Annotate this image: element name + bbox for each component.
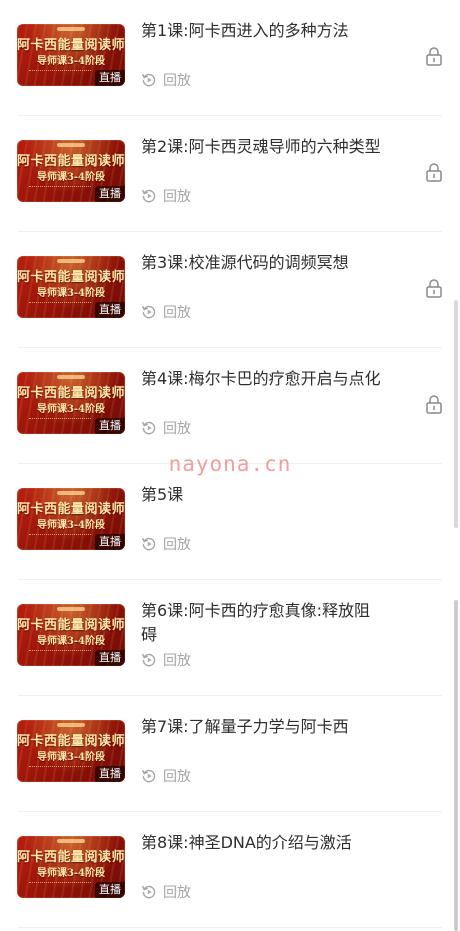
lesson-thumbnail[interactable]: 阿卡西能量阅读师 导师课3-4阶段 直播 — [17, 488, 125, 550]
replay-icon — [142, 769, 156, 783]
replay-label: 回放 — [163, 885, 191, 901]
lesson-thumbnail[interactable]: 阿卡西能量阅读师 导师课3-4阶段 直播 — [17, 24, 125, 86]
replay-label: 回放 — [163, 189, 191, 205]
replay-link[interactable]: 回放 — [141, 186, 191, 206]
replay-icon — [142, 305, 156, 319]
replay-icon — [142, 421, 156, 435]
thumbnail-info-line — [29, 418, 91, 422]
thumbnail-info-line — [29, 650, 91, 654]
replay-link[interactable]: 回放 — [141, 70, 191, 90]
thumbnail-info-line — [29, 882, 91, 886]
thumbnail-subtitle: 导师课3-4阶段 — [36, 172, 106, 183]
thumbnail-title: 阿卡西能量阅读师 — [17, 154, 125, 169]
thumbnail-brand-mark — [57, 375, 85, 379]
thumbnail-info-line — [29, 70, 91, 74]
live-badge: 直播 — [95, 882, 125, 898]
replay-link[interactable]: 回放 — [141, 302, 191, 322]
thumbnail-brand-mark — [57, 143, 85, 147]
lesson-title[interactable]: 第2课:阿卡西灵魂导师的六种类型 — [141, 135, 381, 159]
lesson-title[interactable]: 第3课:校准源代码的调频冥想 — [141, 251, 381, 275]
thumbnail-brand-mark — [57, 27, 85, 31]
thumbnail-info-line — [29, 302, 91, 306]
thumbnail-title: 阿卡西能量阅读师 — [17, 502, 125, 517]
lesson-item-8[interactable]: 阿卡西能量阅读师 导师课3-4阶段 直播 第8课:神圣DNA的介绍与激活 回放 — [0, 812, 460, 928]
lesson-title[interactable]: 第5课 — [141, 483, 381, 507]
replay-label: 回放 — [163, 537, 191, 553]
lesson-item-4[interactable]: 阿卡西能量阅读师 导师课3-4阶段 直播 第4课:梅尔卡巴的疗愈开启与点化 回放 — [0, 348, 460, 464]
lock-icon — [426, 47, 442, 66]
lesson-title[interactable]: 第7课:了解量子力学与阿卡西 — [141, 715, 381, 739]
thumbnail-brand-mark — [57, 491, 85, 495]
replay-link[interactable]: 回放 — [141, 650, 191, 670]
replay-label: 回放 — [163, 421, 191, 437]
lesson-title[interactable]: 第6课:阿卡西的疗愈真像:释放阻碍 — [141, 599, 381, 647]
lock-icon — [426, 279, 442, 298]
live-badge: 直播 — [95, 766, 125, 782]
replay-label: 回放 — [163, 653, 191, 669]
live-badge: 直播 — [95, 302, 125, 318]
thumbnail-title: 阿卡西能量阅读师 — [17, 618, 125, 633]
lesson-thumbnail[interactable]: 阿卡西能量阅读师 导师课3-4阶段 直播 — [17, 256, 125, 318]
scrollbar-track-right[interactable] — [454, 600, 458, 931]
replay-icon — [142, 189, 156, 203]
lesson-thumbnail[interactable]: 阿卡西能量阅读师 导师课3-4阶段 直播 — [17, 140, 125, 202]
live-badge: 直播 — [95, 418, 125, 434]
live-badge: 直播 — [95, 650, 125, 666]
live-badge: 直播 — [95, 186, 125, 202]
lock-icon — [426, 163, 442, 182]
lesson-thumbnail[interactable]: 阿卡西能量阅读师 导师课3-4阶段 直播 — [17, 720, 125, 782]
replay-link[interactable]: 回放 — [141, 882, 191, 902]
thumbnail-subtitle: 导师课3-4阶段 — [36, 636, 106, 647]
thumbnail-subtitle: 导师课3-4阶段 — [36, 404, 106, 415]
lesson-item-6[interactable]: 阿卡西能量阅读师 导师课3-4阶段 直播 第6课:阿卡西的疗愈真像:释放阻碍 回… — [0, 580, 460, 696]
lesson-item-1[interactable]: 阿卡西能量阅读师 导师课3-4阶段 直播 第1课:阿卡西进入的多种方法 回放 — [0, 0, 460, 116]
live-badge: 直播 — [95, 534, 125, 550]
replay-link[interactable]: 回放 — [141, 418, 191, 438]
live-badge: 直播 — [95, 70, 125, 86]
lesson-title[interactable]: 第8课:神圣DNA的介绍与激活 — [141, 831, 381, 855]
thumbnail-brand-mark — [57, 723, 85, 727]
replay-label: 回放 — [163, 769, 191, 785]
lesson-thumbnail[interactable]: 阿卡西能量阅读师 导师课3-4阶段 直播 — [17, 604, 125, 666]
replay-label: 回放 — [163, 73, 191, 89]
lesson-item-2[interactable]: 阿卡西能量阅读师 导师课3-4阶段 直播 第2课:阿卡西灵魂导师的六种类型 回放 — [0, 116, 460, 232]
thumbnail-brand-mark — [57, 839, 85, 843]
replay-icon — [142, 537, 156, 551]
replay-label: 回放 — [163, 305, 191, 321]
thumbnail-title: 阿卡西能量阅读师 — [17, 386, 125, 401]
thumbnail-subtitle: 导师课3-4阶段 — [36, 56, 106, 67]
replay-icon — [142, 885, 156, 899]
thumbnail-subtitle: 导师课3-4阶段 — [36, 752, 106, 763]
lesson-title[interactable]: 第4课:梅尔卡巴的疗愈开启与点化 — [141, 367, 381, 391]
scrollbar-thumb[interactable] — [454, 300, 458, 528]
thumbnail-brand-mark — [57, 259, 85, 263]
replay-link[interactable]: 回放 — [141, 766, 191, 786]
thumbnail-subtitle: 导师课3-4阶段 — [36, 520, 106, 531]
thumbnail-subtitle: 导师课3-4阶段 — [36, 868, 106, 879]
thumbnail-title: 阿卡西能量阅读师 — [17, 850, 125, 865]
lesson-item-3[interactable]: 阿卡西能量阅读师 导师课3-4阶段 直播 第3课:校准源代码的调频冥想 回放 — [0, 232, 460, 348]
thumbnail-title: 阿卡西能量阅读师 — [17, 270, 125, 285]
thumbnail-info-line — [29, 766, 91, 770]
thumbnail-brand-mark — [57, 607, 85, 611]
replay-link[interactable]: 回放 — [141, 534, 191, 554]
thumbnail-title: 阿卡西能量阅读师 — [17, 38, 125, 53]
thumbnail-info-line — [29, 534, 91, 538]
row-divider — [18, 927, 442, 928]
lesson-item-5[interactable]: 阿卡西能量阅读师 导师课3-4阶段 直播 第5课 回放 — [0, 464, 460, 580]
watermark: nayona.cn — [168, 452, 292, 476]
lock-icon — [426, 395, 442, 414]
thumbnail-info-line — [29, 186, 91, 190]
thumbnail-subtitle: 导师课3-4阶段 — [36, 288, 106, 299]
replay-icon — [142, 73, 156, 87]
lesson-item-7[interactable]: 阿卡西能量阅读师 导师课3-4阶段 直播 第7课:了解量子力学与阿卡西 回放 — [0, 696, 460, 812]
lesson-title[interactable]: 第1课:阿卡西进入的多种方法 — [141, 19, 381, 43]
thumbnail-title: 阿卡西能量阅读师 — [17, 734, 125, 749]
replay-icon — [142, 653, 156, 667]
lesson-thumbnail[interactable]: 阿卡西能量阅读师 导师课3-4阶段 直播 — [17, 372, 125, 434]
lesson-thumbnail[interactable]: 阿卡西能量阅读师 导师课3-4阶段 直播 — [17, 836, 125, 898]
